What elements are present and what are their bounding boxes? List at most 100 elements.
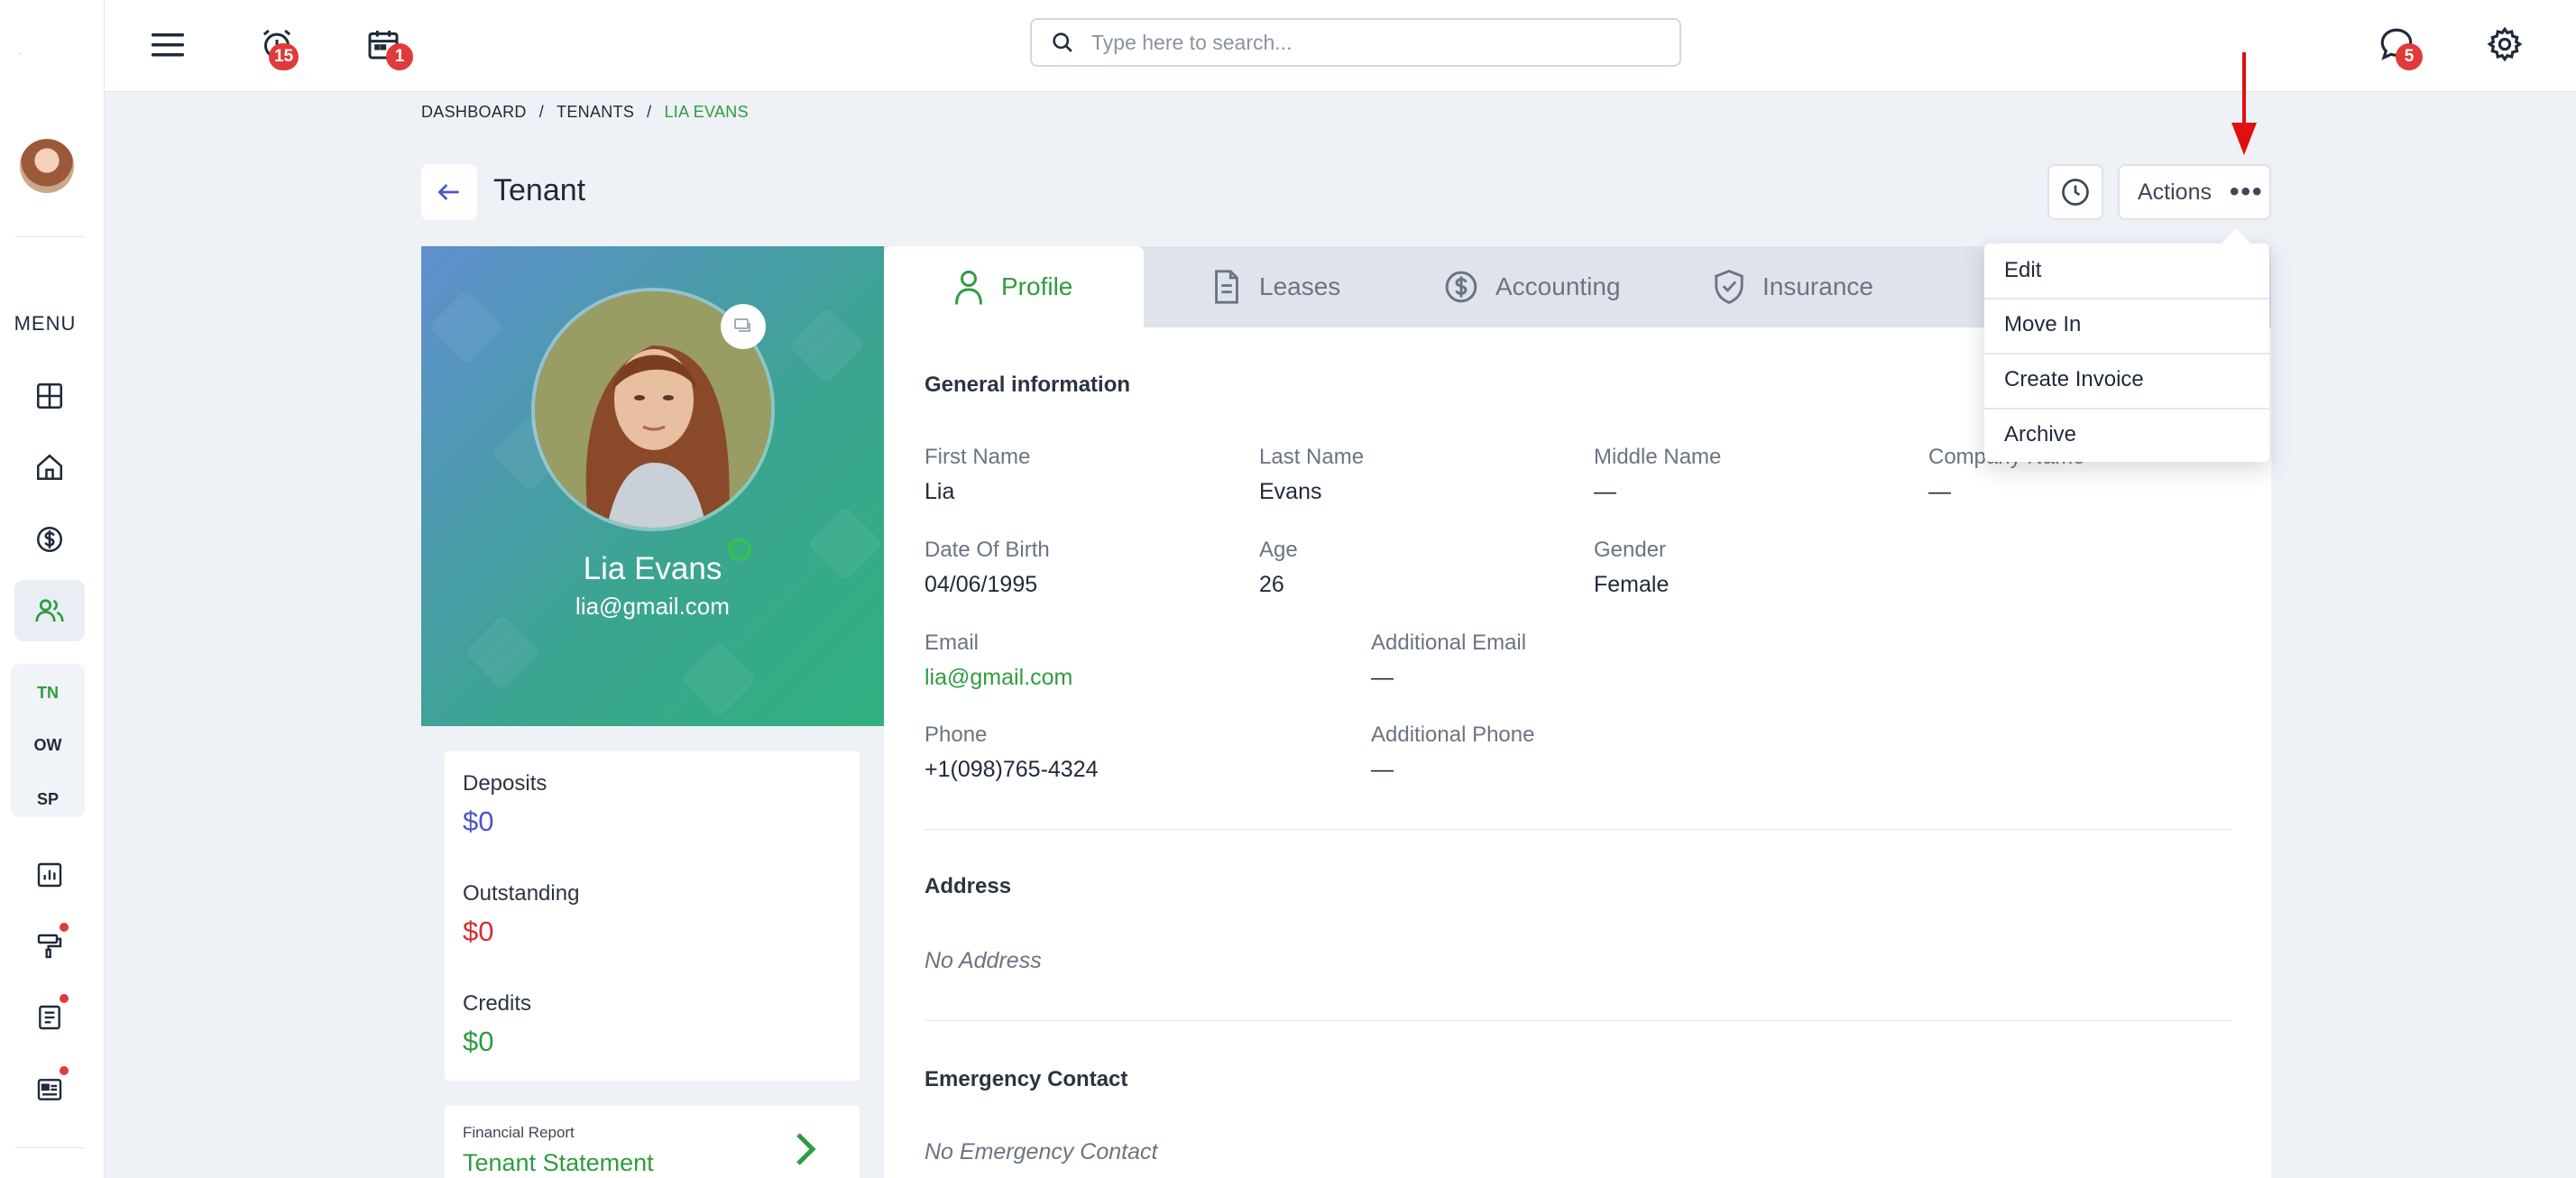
profile-card: Lia Evans lia@gmail.com — [421, 246, 884, 726]
bg-pattern — [680, 640, 758, 718]
sidebar-item-dashboard[interactable] — [14, 365, 85, 427]
tab-insurance[interactable]: Insurance — [1712, 246, 1873, 327]
more-dots-icon: ••• — [2229, 177, 2264, 207]
document-icon — [39, 1005, 60, 1030]
sidebar: · MENU TN OW SP — [0, 0, 105, 1178]
breadcrumb-separator: / — [538, 103, 545, 121]
reminders-button[interactable]: 15 — [253, 20, 301, 70]
search-input[interactable] — [1091, 30, 1633, 55]
additional-email-value: — — [1371, 665, 1394, 690]
deposits-label: Deposits — [463, 771, 547, 796]
email-link[interactable]: lia@gmail.com — [925, 665, 1072, 691]
address-empty: No Address — [925, 948, 1042, 973]
arrow-left-icon — [437, 184, 459, 200]
calendar-button[interactable]: 1 — [359, 20, 413, 70]
additional-email-label: Additional Email — [1371, 630, 1527, 655]
page-title: Tenant — [493, 173, 586, 207]
send-message-button[interactable] — [721, 304, 766, 349]
menu-item-archive[interactable]: Archive — [1984, 408, 2269, 462]
shield-check-icon — [1715, 270, 1743, 304]
sidebar-item-reports[interactable] — [14, 844, 85, 906]
breadcrumb-separator: / — [647, 103, 652, 121]
age-label: Age — [1259, 538, 1298, 562]
section-divider — [925, 829, 2231, 830]
sidebar-item-listings[interactable] — [14, 1059, 85, 1120]
menu-item-create-invoice[interactable]: Create Invoice — [1984, 353, 2269, 407]
annotation-arrow-icon — [2231, 52, 2257, 155]
sidebar-subitem-owners[interactable]: OW — [11, 736, 85, 755]
section-divider — [925, 1020, 2231, 1021]
middle-name-value: — — [1594, 479, 1616, 504]
actions-dropdown-menu: Edit Move In Create Invoice Archive — [1984, 244, 2269, 462]
back-button[interactable] — [421, 164, 477, 220]
sidebar-item-properties[interactable] — [14, 437, 85, 498]
tab-profile-label: Profile — [1001, 272, 1073, 300]
paint-roller-icon — [37, 934, 62, 959]
breadcrumb-tenants[interactable]: TENANTS — [557, 103, 634, 121]
listing-icon — [37, 1079, 62, 1100]
user-icon — [955, 271, 982, 305]
sidebar-subitem-tenants[interactable]: TN — [11, 684, 85, 703]
report-title: Tenant Statement — [463, 1149, 654, 1176]
sidebar-submenu: TN OW SP — [11, 664, 85, 817]
sidebar-divider — [14, 236, 85, 237]
sidebar-item-documents[interactable] — [14, 987, 85, 1048]
phone-value: +1(098)765-4324 — [925, 757, 1099, 782]
sidebar-subitem-service-pros[interactable]: SP — [11, 790, 85, 809]
dob-value: 04/06/1995 — [925, 572, 1038, 597]
actions-label: Actions — [2138, 179, 2212, 205]
app-logo: · — [18, 45, 23, 60]
general-info-title: General information — [925, 373, 1131, 397]
notification-dot — [60, 923, 69, 932]
sidebar-item-people[interactable] — [14, 580, 85, 641]
breadcrumb-current: LIA EVANS — [664, 103, 749, 121]
credits-value: $0 — [463, 1026, 494, 1057]
balance-summary-card: Deposits $0 Outstanding $0 Credits $0 — [445, 751, 860, 1081]
user-avatar[interactable] — [20, 139, 74, 193]
tenant-name: Lia Evans — [583, 551, 722, 586]
first-name-label: First Name — [925, 445, 1031, 469]
tenant-statement-card[interactable]: Financial Report Tenant Statement — [445, 1106, 860, 1178]
credits-label: Credits — [463, 991, 532, 1016]
gender-value: Female — [1594, 572, 1670, 597]
actions-button[interactable]: Actions ••• — [2118, 164, 2271, 220]
address-title: Address — [925, 874, 1012, 898]
menu-item-edit[interactable]: Edit — [1984, 244, 2269, 298]
age-value: 26 — [1259, 572, 1284, 597]
additional-phone-value: — — [1371, 757, 1394, 782]
tab-accounting[interactable]: Accounting — [1443, 246, 1621, 327]
sidebar-item-maintenance[interactable] — [14, 916, 85, 977]
bg-pattern — [464, 613, 541, 691]
dollar-circle-icon — [36, 526, 63, 553]
users-icon — [35, 599, 64, 622]
last-name-value: Evans — [1259, 479, 1322, 504]
breadcrumb-dashboard[interactable]: DASHBOARD — [421, 103, 527, 121]
breadcrumb: DASHBOARD / TENANTS / LIA EVANS — [421, 103, 749, 122]
outstanding-label: Outstanding — [463, 881, 580, 906]
phone-label: Phone — [925, 722, 988, 747]
tab-accounting-label: Accounting — [1495, 272, 1621, 300]
report-caption: Financial Report — [463, 1124, 575, 1141]
hamburger-menu-button[interactable] — [144, 22, 191, 69]
search-box[interactable] — [1030, 18, 1681, 67]
sidebar-menu-label: MENU — [14, 312, 77, 335]
tenant-email: lia@gmail.com — [575, 593, 730, 620]
additional-phone-label: Additional Phone — [1371, 722, 1535, 747]
tab-leases[interactable]: Leases — [1210, 246, 1340, 327]
top-bar: 15 1 5 — [105, 0, 2576, 92]
chevron-right-icon — [796, 1133, 816, 1165]
sidebar-item-accounting[interactable] — [14, 509, 85, 570]
menu-item-move-in[interactable]: Move In — [1984, 298, 2269, 352]
chat-icon — [734, 318, 750, 332]
dob-label: Date Of Birth — [925, 538, 1050, 562]
bg-pattern — [428, 289, 505, 366]
settings-button[interactable] — [2480, 20, 2529, 69]
tab-profile[interactable]: Profile — [884, 246, 1144, 327]
deposits-value: $0 — [463, 805, 494, 837]
last-name-label: Last Name — [1259, 445, 1365, 469]
bg-pattern — [788, 307, 866, 384]
dollar-circle-icon — [1445, 271, 1477, 303]
messages-button[interactable]: 5 — [2372, 20, 2423, 70]
email-label: Email — [925, 630, 980, 655]
history-button[interactable] — [2047, 164, 2103, 220]
